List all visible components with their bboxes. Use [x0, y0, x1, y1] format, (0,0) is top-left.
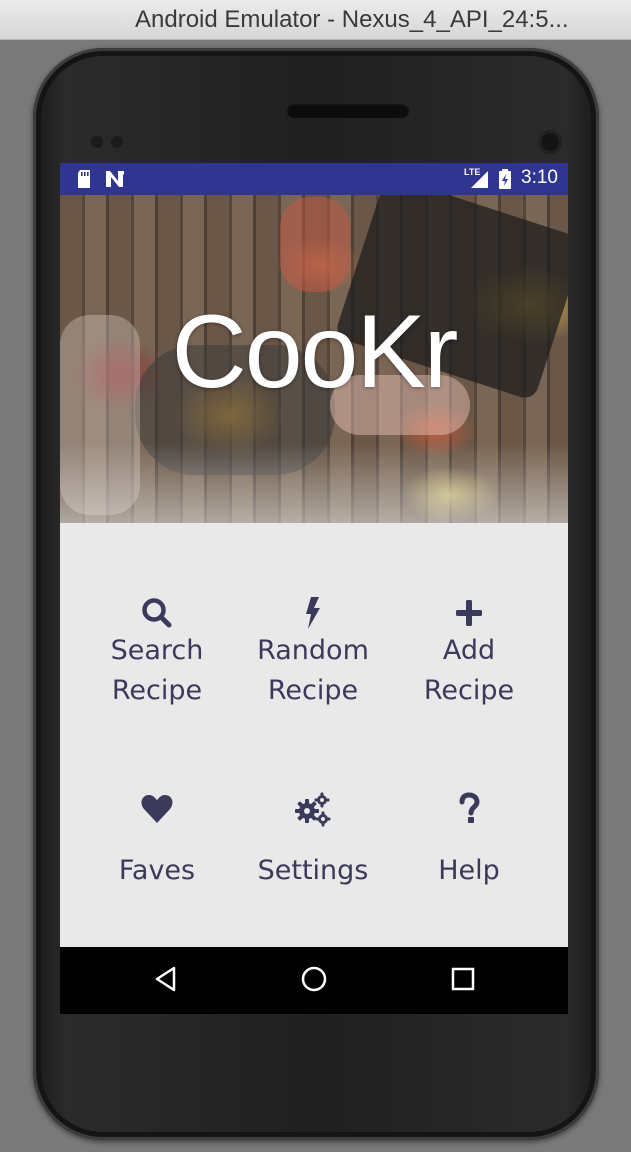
hero-fade — [60, 443, 568, 523]
battery-icon — [499, 169, 511, 189]
help-button[interactable]: Help — [391, 791, 547, 891]
heart-icon — [141, 795, 173, 823]
navigation-bar — [60, 947, 568, 1014]
window-title-bar[interactable]: Android Emulator - Nexus_4_API_24:5... — [0, 0, 631, 40]
plus-icon — [456, 600, 482, 626]
help-label: Help — [438, 855, 500, 886]
home-icon[interactable] — [300, 965, 328, 993]
lightning-icon — [306, 597, 320, 629]
lte-signal-icon — [471, 171, 488, 188]
front-camera — [538, 130, 562, 154]
hero-drink-glass — [280, 197, 350, 292]
add-recipe-button[interactable]: Add Recipe — [391, 595, 547, 711]
faves-label: Faves — [118, 855, 196, 886]
add-recipe-label: Add Recipe — [423, 635, 515, 706]
n-notification-icon — [106, 171, 124, 187]
settings-label: Settings — [257, 855, 369, 886]
search-recipe-label: Search Recipe — [110, 635, 204, 706]
hero-food-image: CooKr — [60, 195, 568, 523]
device-screen: LTE 3:10 CooKr Search Recipe Random Reci… — [60, 163, 568, 1014]
search-icon — [142, 598, 172, 628]
window-title: Android Emulator - Nexus_4_API_24:5... — [135, 6, 569, 33]
proximity-sensor — [91, 136, 103, 148]
status-time: 3:10 — [521, 167, 558, 188]
sd-card-icon — [78, 170, 90, 188]
recents-icon[interactable] — [450, 965, 476, 993]
search-recipe-button[interactable]: Search Recipe — [79, 595, 235, 711]
top-speaker-grille — [287, 104, 409, 118]
random-recipe-button[interactable]: Random Recipe — [235, 595, 391, 711]
back-icon[interactable] — [154, 965, 178, 993]
status-bar: LTE 3:10 — [60, 163, 568, 195]
faves-button[interactable]: Faves — [79, 791, 235, 891]
app-title: CooKr — [171, 294, 459, 410]
question-icon — [459, 792, 480, 823]
random-recipe-label: Random Recipe — [257, 635, 369, 706]
gears-icon — [295, 792, 331, 827]
settings-button[interactable]: Settings — [235, 791, 391, 891]
light-sensor — [111, 136, 123, 148]
